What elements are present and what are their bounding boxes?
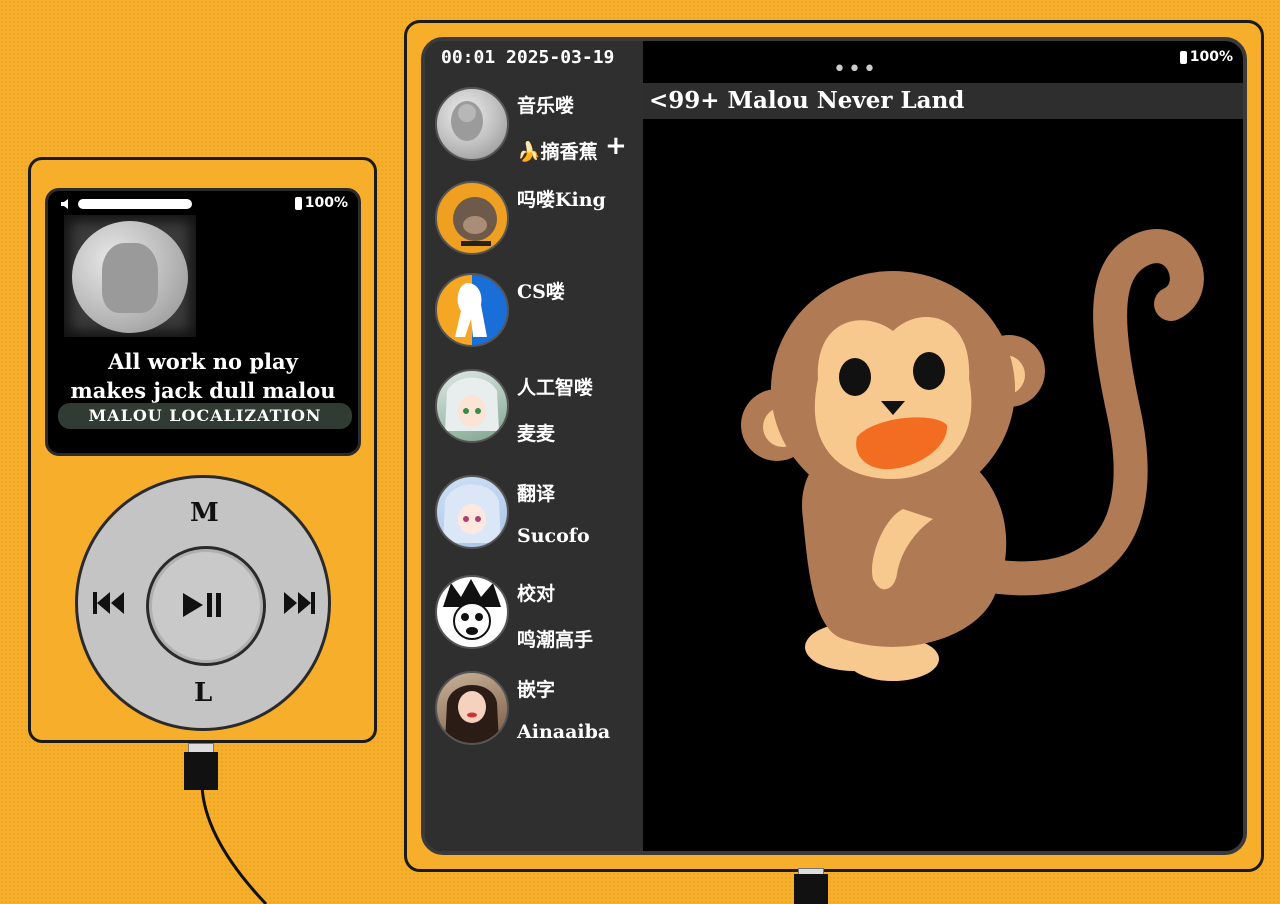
mp3-screen: 100% All work no play makes jack dull ma… bbox=[45, 188, 361, 456]
avatar bbox=[435, 575, 509, 649]
battery-text: 100% bbox=[304, 195, 348, 211]
tablet-cable-plug bbox=[794, 874, 828, 904]
more-options-icon[interactable]: ••• bbox=[833, 57, 878, 82]
add-button[interactable]: + bbox=[605, 131, 627, 161]
chat-item-king[interactable]: 吗喽King bbox=[435, 181, 645, 271]
chat-item-translate[interactable]: 翻译 Sucofo bbox=[435, 475, 645, 565]
volume-icon bbox=[61, 199, 68, 209]
status-time: 00:01 2025-03-19 bbox=[441, 47, 615, 68]
battery-icon bbox=[1179, 50, 1187, 64]
tablet-screen: 00:01 2025-03-19 音乐喽 🍌摘香蕉 + 吗喽King CS喽 人… bbox=[421, 37, 1247, 855]
lyric-line-1: All work no play bbox=[108, 349, 298, 374]
chat-header-title[interactable]: <99+ Malou Never Land bbox=[643, 83, 1243, 119]
tablet-device: 00:01 2025-03-19 音乐喽 🍌摘香蕉 + 吗喽King CS喽 人… bbox=[404, 20, 1264, 872]
chat-list-sidebar: 00:01 2025-03-19 音乐喽 🍌摘香蕉 + 吗喽King CS喽 人… bbox=[425, 41, 643, 851]
chat-item-cs[interactable]: CS喽 bbox=[435, 273, 645, 363]
tablet-battery: 100% bbox=[1179, 49, 1233, 65]
avatar bbox=[435, 671, 509, 745]
volume-bar[interactable] bbox=[78, 199, 192, 209]
chat-subtitle: Ainaaiba bbox=[517, 721, 611, 743]
album-avatar-image bbox=[72, 221, 188, 333]
bottom-button[interactable]: L bbox=[194, 678, 212, 708]
cable-plug bbox=[184, 752, 218, 790]
chat-name: 音乐喽 bbox=[517, 95, 575, 117]
lyric-line-2: makes jack dull malou bbox=[70, 378, 336, 403]
next-icon[interactable] bbox=[282, 590, 316, 616]
avatar bbox=[435, 475, 509, 549]
mp3-player: 100% All work no play makes jack dull ma… bbox=[28, 157, 377, 743]
battery-icon bbox=[294, 196, 302, 210]
chat-item-typeset[interactable]: 嵌字 Ainaaiba bbox=[435, 671, 645, 761]
previous-icon[interactable] bbox=[92, 590, 126, 616]
avatar bbox=[435, 273, 509, 347]
chat-name: 吗喽King bbox=[517, 189, 606, 211]
chat-subtitle: 鸣潮高手 bbox=[517, 629, 594, 651]
chat-item-proofread[interactable]: 校对 鸣潮高手 bbox=[435, 575, 645, 665]
chat-name: 人工智喽 bbox=[517, 377, 594, 399]
avatar bbox=[435, 369, 509, 443]
group-tag: MALOU LOCALIZATION bbox=[58, 403, 352, 429]
chat-item-ai[interactable]: 人工智喽 麦麦 bbox=[435, 369, 645, 459]
battery-text: 100% bbox=[1189, 49, 1233, 65]
chat-area bbox=[643, 119, 1243, 851]
play-pause-button[interactable] bbox=[146, 546, 266, 666]
monkey-sticker bbox=[741, 229, 1204, 681]
chat-subtitle: 🍌摘香蕉 bbox=[517, 141, 598, 163]
menu-button[interactable]: M bbox=[190, 498, 219, 528]
click-wheel[interactable]: M L bbox=[75, 475, 331, 731]
chat-subtitle: Sucofo bbox=[517, 525, 590, 547]
chat-name: 校对 bbox=[517, 583, 556, 605]
chat-name: 翻译 bbox=[517, 483, 556, 505]
chat-name: 嵌字 bbox=[517, 679, 556, 701]
avatar bbox=[435, 181, 509, 255]
chat-name: CS喽 bbox=[517, 281, 565, 303]
chat-subtitle: 麦麦 bbox=[517, 423, 556, 445]
play-pause-icon bbox=[183, 593, 221, 617]
mp3-battery: 100% bbox=[294, 195, 348, 211]
avatar bbox=[435, 87, 509, 161]
cable bbox=[200, 786, 268, 904]
album-art bbox=[64, 215, 196, 337]
